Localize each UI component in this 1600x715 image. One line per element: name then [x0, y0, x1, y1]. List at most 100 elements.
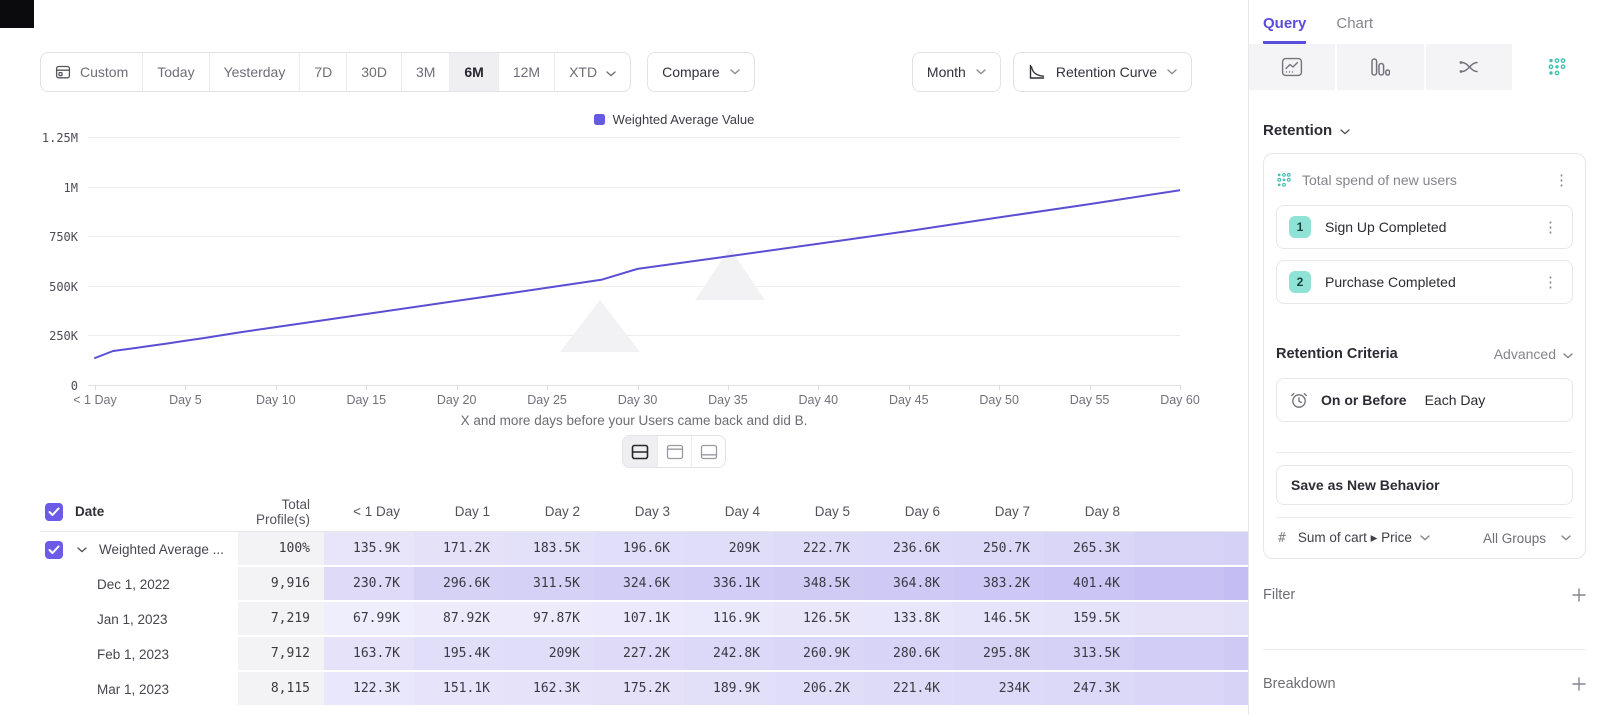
view-toggle-table-only[interactable]: [691, 436, 725, 467]
value-cell: 336.1K: [684, 567, 774, 602]
legend-swatch: [594, 114, 605, 125]
chart-type-insights[interactable]: [1249, 44, 1335, 90]
row-label: Dec 1, 2022: [97, 577, 170, 592]
x-axis-tick: [185, 385, 186, 390]
y-axis-tick-label: 750K: [40, 230, 78, 244]
header-cell-date: Date: [40, 503, 238, 521]
chevron-down-icon: [1167, 69, 1177, 75]
value-cell: 222.7K: [774, 532, 864, 567]
chart-type-icon-bar: [1249, 44, 1600, 90]
range-today[interactable]: Today: [142, 53, 208, 91]
header-cell-day-5: Day 5: [774, 504, 864, 519]
table-row: Weighted Average ...100%135.9K171.2K183.…: [40, 532, 1248, 567]
flows-icon: [1458, 58, 1480, 76]
value-cell: 247.3K: [1044, 672, 1134, 707]
query-panel: Query Chart Retention Total spend of new…: [1248, 0, 1600, 715]
y-axis-tick-label: 1M: [40, 181, 78, 195]
x-axis-tick: [366, 385, 367, 390]
x-axis-tick-label: Day 55: [1070, 393, 1110, 407]
x-axis-tick: [638, 385, 639, 390]
value-cell: 280.6K: [864, 637, 954, 672]
header-cell-day-2: Day 2: [504, 504, 594, 519]
range-custom[interactable]: Custom: [41, 53, 142, 91]
table-row: Dec 1, 20229,916230.7K296.6K311.5K324.6K…: [40, 567, 1248, 602]
view-toggle-chart-only[interactable]: [657, 436, 691, 467]
x-axis-tick: [457, 385, 458, 390]
retention-criteria-label: Retention Criteria: [1276, 346, 1398, 362]
value-cell: 221.4K: [864, 672, 954, 707]
y-axis-tick-label: 500K: [40, 280, 78, 294]
behavior-step[interactable]: 1Sign Up Completed⋮: [1276, 205, 1573, 249]
range-label: 3M: [416, 64, 435, 80]
value-cell: 163.7K: [324, 637, 414, 672]
save-as-new-behavior-button[interactable]: Save as New Behavior: [1276, 465, 1573, 505]
chart-type-funnels[interactable]: [1335, 44, 1423, 90]
value-cell: 97.87K: [504, 602, 594, 637]
range-12m[interactable]: 12M: [498, 53, 554, 91]
retention-section-dropdown[interactable]: Retention: [1263, 122, 1586, 139]
toolbar: CustomTodayYesterday 7D 30D 3M 6M12MXTD Comp…: [40, 52, 1192, 92]
value-cell-cut: [1134, 567, 1224, 602]
row-total-cell: 7,912: [238, 637, 324, 672]
row-checkbox[interactable]: [45, 541, 63, 559]
chart-type-retention[interactable]: [1512, 44, 1600, 90]
value-cell: 116.9K: [684, 602, 774, 637]
range-6m[interactable]: 6M: [449, 53, 497, 91]
breakdown-row: Breakdown: [1263, 649, 1586, 692]
chart-type-flows[interactable]: [1424, 44, 1512, 90]
row-date-cell: Feb 1, 2023: [40, 637, 238, 672]
timing-row[interactable]: On or Before Each Day: [1276, 378, 1573, 422]
row-label: Jan 1, 2023: [97, 612, 168, 627]
measure-property-dropdown[interactable]: Sum of cart ▸ Price: [1298, 530, 1412, 546]
value-cell: 162.3K: [504, 672, 594, 707]
row-label: Weighted Average ...: [99, 542, 224, 557]
all-groups-dropdown[interactable]: All Groups: [1483, 531, 1571, 546]
range-7d[interactable]: 7D: [299, 53, 346, 91]
kebab-menu-icon[interactable]: ⋮: [1539, 273, 1562, 292]
view-toggle: [128, 435, 1220, 468]
range-30d[interactable]: 30D: [346, 53, 401, 91]
window-corner: [0, 0, 34, 28]
criteria-mode-dropdown[interactable]: Advanced: [1494, 346, 1573, 362]
x-axis-caption: X and more days before your Users came b…: [88, 413, 1180, 428]
add-breakdown-icon[interactable]: [1572, 677, 1586, 691]
value-cell: 146.5K: [954, 602, 1044, 637]
table-row: Mar 1, 20238,115122.3K151.1K162.3K175.2K…: [40, 672, 1248, 707]
header-label: Date: [75, 504, 104, 519]
chart-type-button[interactable]: Retention Curve: [1013, 52, 1192, 92]
x-axis-tick: [818, 385, 819, 390]
range-label: 7D: [314, 64, 332, 80]
add-filter-icon[interactable]: [1572, 588, 1586, 602]
retention-dots-icon: [1276, 172, 1292, 188]
chart-type-label: Retention Curve: [1056, 64, 1157, 80]
chart-legend[interactable]: Weighted Average Value: [128, 112, 1220, 127]
chart-only-icon: [666, 444, 684, 460]
row-expand-icon[interactable]: [77, 547, 87, 553]
behavior-step[interactable]: 2Purchase Completed⋮: [1276, 260, 1573, 304]
breakdown-label: Breakdown: [1263, 676, 1336, 692]
compare-button[interactable]: Compare: [647, 52, 755, 92]
value-cell: 209K: [504, 637, 594, 672]
x-axis-tick-label: Day 30: [618, 393, 658, 407]
date-range-control: CustomTodayYesterday 7D 30D 3M 6M12MXTD: [40, 52, 631, 92]
value-cell: 364.8K: [864, 567, 954, 602]
range-yesterday[interactable]: Yesterday: [209, 53, 300, 91]
select-all-checkbox[interactable]: [45, 503, 63, 521]
range-xtd[interactable]: XTD: [554, 53, 630, 91]
range-3m[interactable]: 3M: [401, 53, 449, 91]
x-axis-tick-label: Day 50: [979, 393, 1019, 407]
value-cell-cut: [1134, 637, 1224, 672]
tab-chart[interactable]: Chart: [1336, 15, 1373, 44]
granularity-button[interactable]: Month: [912, 52, 1001, 92]
x-axis-tick-label: Day 20: [437, 393, 477, 407]
x-axis-tick: [276, 385, 277, 390]
view-toggle-split-view[interactable]: [623, 436, 657, 467]
value-cell: 151.1K: [414, 672, 504, 707]
value-cell-cut: [1224, 602, 1248, 637]
tab-query[interactable]: Query: [1263, 15, 1306, 44]
kebab-menu-icon[interactable]: ⋮: [1539, 218, 1562, 237]
x-axis-tick: [999, 385, 1000, 390]
retention-curve-icon: [1028, 64, 1046, 80]
value-cell: 189.9K: [684, 672, 774, 707]
kebab-menu-icon[interactable]: ⋮: [1550, 171, 1573, 190]
